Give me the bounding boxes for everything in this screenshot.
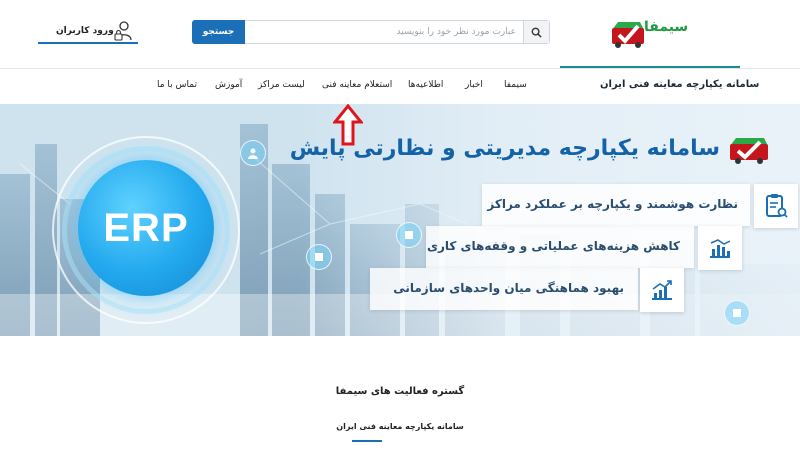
device-node-icon — [405, 231, 413, 239]
erp-label: ERP — [103, 205, 189, 250]
feature-card: کاهش هزینه‌های عملیاتی و وقفه‌های کاری — [426, 226, 694, 268]
login-label: ورود کاربران — [56, 26, 114, 36]
device-node-icon — [733, 309, 741, 317]
network-node — [724, 300, 750, 326]
hero-logo-icon — [730, 138, 768, 164]
clipboard-icon — [766, 194, 788, 218]
logo-text: سیمفا — [644, 19, 689, 35]
device-node-icon — [315, 253, 323, 261]
nav-item-training[interactable]: آموزش — [215, 80, 242, 90]
network-node — [306, 244, 332, 270]
search-button[interactable]: جستجو — [192, 20, 245, 44]
login-link[interactable]: ورود کاربران — [38, 18, 138, 44]
feature-text: بهبود هماهنگی میان واحدهای سازمانی — [393, 281, 624, 295]
nav-accent-line — [560, 66, 740, 68]
feature-card: بهبود هماهنگی میان واحدهای سازمانی — [370, 268, 638, 310]
search-input[interactable] — [246, 21, 522, 43]
feature-icon-box — [640, 268, 684, 312]
feature-text: کاهش هزینه‌های عملیاتی و وقفه‌های کاری — [426, 239, 680, 253]
feature-icon-box — [698, 226, 742, 270]
network-node — [396, 222, 422, 248]
bar-chart-icon — [710, 239, 731, 258]
feature-text: نظارت هوشمند و یکپارچه بر عملکرد مراکز — [487, 197, 738, 211]
login-underline — [38, 42, 138, 44]
nav-item-centers-list[interactable]: لیست مراکز — [258, 80, 305, 90]
nav-item-contact[interactable]: تماس با ما — [157, 80, 197, 90]
search-icon — [531, 27, 542, 38]
section-title: گستره فعالیت های سیمفا — [335, 386, 465, 397]
section-subtitle[interactable]: سامانه یکپارچه معاینه فنی ایران — [300, 422, 500, 431]
feature-icon-box — [754, 184, 798, 228]
nav-item-simfa[interactable]: سیمفا — [504, 80, 527, 90]
user-lock-icon — [114, 21, 132, 41]
annotation-arrow-icon — [333, 104, 363, 146]
hero-title: سامانه یکپارچه مدیریتی و نظارتی پایش — [289, 136, 720, 161]
erp-badge: ERP — [78, 160, 214, 296]
section-subtitle-underline — [352, 440, 382, 442]
nav-item-announcements[interactable]: اطلاعیه‌ها — [408, 80, 443, 90]
user-node-icon — [248, 148, 258, 159]
nav-item-news[interactable]: اخبار — [465, 80, 483, 90]
site-title[interactable]: سامانه یکپارچه معاینه فنی ایران — [600, 79, 759, 90]
growth-chart-icon — [652, 280, 672, 300]
nav-item-inquiry[interactable]: استعلام معاینه فنی — [322, 80, 392, 90]
feature-card: نظارت هوشمند و یکپارچه بر عملکرد مراکز — [482, 184, 750, 226]
network-node — [240, 140, 266, 166]
search-icon-button[interactable] — [523, 21, 549, 43]
